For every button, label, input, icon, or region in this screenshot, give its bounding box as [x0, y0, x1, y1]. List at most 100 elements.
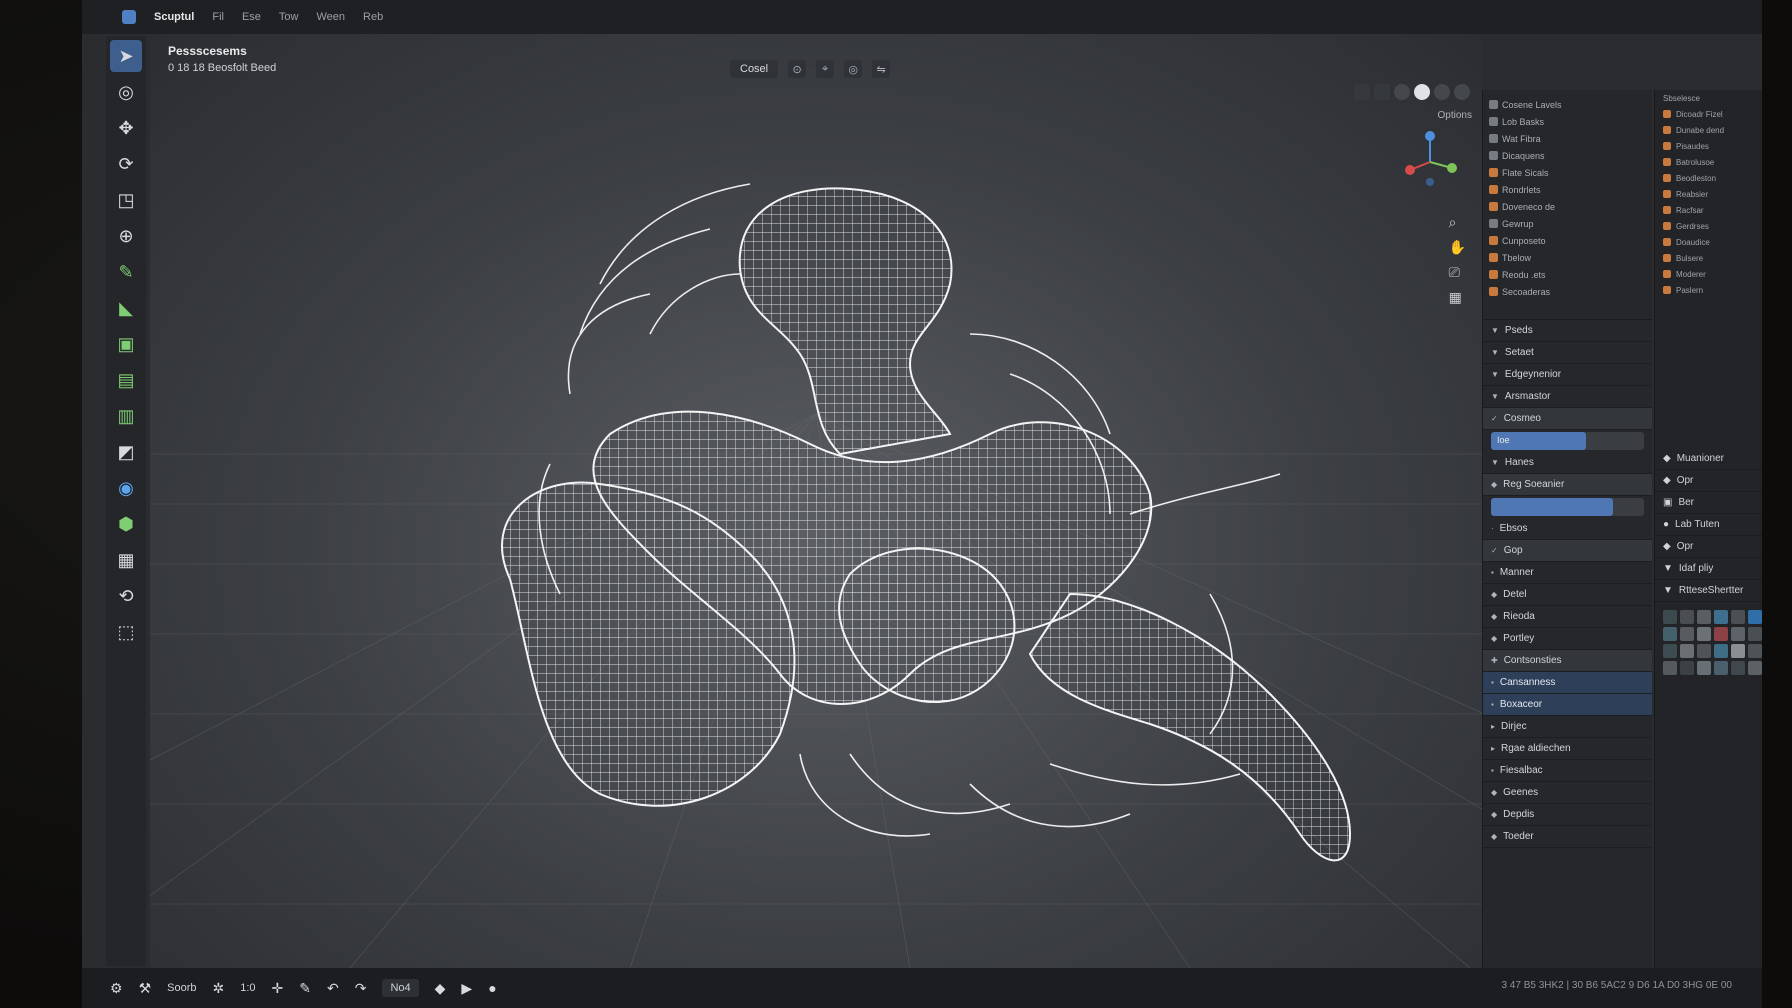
menu-item-edit[interactable]: Ese [242, 11, 261, 23]
add-cube-tool-icon[interactable]: ▣ [110, 328, 142, 360]
outliner-row[interactable]: Cunposeto [1489, 232, 1646, 249]
menu-item-file[interactable]: Fil [212, 11, 224, 23]
cursor-tool-icon[interactable]: ◎ [110, 76, 142, 108]
section-edgeynenior[interactable]: ▼ Edgeynenior [1483, 364, 1652, 386]
color-swatch[interactable] [1663, 610, 1677, 624]
outliner-row[interactable]: Gewrup [1489, 215, 1646, 232]
panel2-row[interactable]: Reabsier [1655, 186, 1762, 202]
record-icon[interactable]: ● [488, 980, 496, 996]
section-contsonsties[interactable]: ✚ Contsonsties [1483, 650, 1652, 672]
wireframe-shading-icon[interactable] [1394, 84, 1410, 100]
panel2-row[interactable]: Racfsar [1655, 202, 1762, 218]
color-swatch[interactable] [1680, 644, 1694, 658]
panel2-item-ber[interactable]: ▣ Ber [1655, 492, 1762, 514]
panel2-row[interactable]: Bulsere [1655, 250, 1762, 266]
panel2-row[interactable]: Pisaudes [1655, 138, 1762, 154]
annotate-tool-icon[interactable]: ✎ [110, 256, 142, 288]
snap-icon[interactable]: ⌖ [816, 60, 835, 78]
color-swatch[interactable] [1731, 610, 1745, 624]
poly-build-tool-icon[interactable]: ▦ [110, 544, 142, 576]
outliner-row[interactable]: Wat Fibra [1489, 130, 1646, 147]
color-swatch[interactable] [1697, 661, 1711, 675]
color-swatch[interactable] [1714, 661, 1728, 675]
color-swatch[interactable] [1714, 627, 1728, 641]
panel2-item-opr[interactable]: ◆ Opr [1655, 470, 1762, 492]
panel2-item-muanioner[interactable]: ◆ Muanioner [1655, 448, 1762, 470]
color-swatch[interactable] [1680, 661, 1694, 675]
color-swatch[interactable] [1731, 644, 1745, 658]
navigation-gizmo[interactable] [1400, 130, 1460, 190]
scale-tool-icon[interactable]: ◳ [110, 184, 142, 216]
color-swatch[interactable] [1714, 610, 1728, 624]
editor-type-icon[interactable]: ⚙ [110, 980, 123, 997]
property-slider-a[interactable]: Ioe [1491, 432, 1644, 450]
panel2-item-opr-2[interactable]: ◆ Opr [1655, 536, 1762, 558]
panel2-row[interactable]: Moderer [1655, 266, 1762, 282]
outliner-row[interactable]: Dicaquens [1489, 147, 1646, 164]
section-rieoda[interactable]: ◆ Rieoda [1483, 606, 1652, 628]
section-reg-soeanier[interactable]: ◆ Reg Soeanier [1483, 474, 1652, 496]
panel2-row[interactable]: Doaudice [1655, 234, 1762, 250]
row-manner[interactable]: ▪ Manner [1483, 562, 1652, 584]
outliner-row[interactable]: Reodu .ets [1489, 266, 1646, 283]
row-gop[interactable]: ✓ Gop [1483, 540, 1652, 562]
mode-label[interactable]: Scuptul [154, 11, 194, 23]
redo-icon[interactable]: ↷ [355, 980, 367, 997]
color-swatch[interactable] [1663, 661, 1677, 675]
panel2-section-label[interactable]: ▼ RtteseShertter [1655, 580, 1762, 602]
menu-item-tools[interactable]: Tow [279, 11, 299, 23]
color-swatch[interactable] [1748, 610, 1762, 624]
panel2-row[interactable]: Batrolusoe [1655, 154, 1762, 170]
section-hanes[interactable]: ▼ Hanes [1483, 452, 1652, 474]
select-tool-icon[interactable]: ➤ [110, 40, 142, 72]
color-swatch[interactable] [1663, 644, 1677, 658]
outliner-row[interactable]: Lob Basks [1489, 113, 1646, 130]
tree-row-fiesalbac[interactable]: ▪ Fiesalbac [1483, 760, 1652, 782]
color-swatch[interactable] [1714, 644, 1728, 658]
color-swatch[interactable] [1697, 627, 1711, 641]
frame-label[interactable]: No4 [382, 979, 419, 997]
zoom-icon[interactable]: ⌕ [1449, 214, 1466, 231]
measure-tool-icon[interactable]: ◣ [110, 292, 142, 324]
outliner-row[interactable]: Flate Sicals [1489, 164, 1646, 181]
section-portley[interactable]: ◆ Portley [1483, 628, 1652, 650]
pivot-point-icon[interactable]: ⊙ [788, 60, 807, 78]
smooth-tool-icon[interactable]: ⬚ [110, 616, 142, 648]
transform-tool-icon[interactable]: ⊕ [110, 220, 142, 252]
mirror-icon[interactable]: ⇋ [872, 60, 891, 78]
bevel-tool-icon[interactable]: ◩ [110, 436, 142, 468]
color-swatch[interactable] [1748, 644, 1762, 658]
rendered-shading-icon[interactable] [1454, 84, 1470, 100]
loop-cut-tool-icon[interactable]: ◉ [110, 472, 142, 504]
color-swatch[interactable] [1731, 661, 1745, 675]
menu-item-view[interactable]: Ween [316, 11, 345, 23]
undo-icon[interactable]: ↶ [327, 980, 339, 997]
solid-shading-icon[interactable] [1414, 84, 1430, 100]
extrude-tool-icon[interactable]: ▤ [110, 364, 142, 396]
grid-view-icon[interactable]: ▦ [1449, 289, 1466, 306]
panel2-row[interactable]: Beodleston [1655, 170, 1762, 186]
property-slider-b[interactable] [1491, 498, 1644, 516]
section-detel[interactable]: ◆ Detel [1483, 584, 1652, 606]
transform-icon[interactable]: ✛ [272, 980, 284, 997]
3d-viewport[interactable]: Pessscesems 0 18 18 Beosfolt Beed Cosel … [150, 34, 1482, 968]
row-cansanness[interactable]: ▪ Cansanness [1483, 672, 1652, 694]
color-swatch[interactable] [1748, 661, 1762, 675]
wireframe-mesh[interactable] [150, 34, 1482, 968]
panel2-row[interactable]: Dunabe dend [1655, 122, 1762, 138]
pan-hand-icon[interactable]: ✋ [1449, 239, 1466, 256]
row-boxaceor[interactable]: ▪ Boxaceor [1483, 694, 1652, 716]
outliner-row[interactable]: Tbelow [1489, 249, 1646, 266]
inset-tool-icon[interactable]: ▥ [110, 400, 142, 432]
brush-icon[interactable]: ✎ [299, 980, 311, 997]
color-swatch[interactable] [1731, 627, 1745, 641]
menu-item-render[interactable]: Reb [363, 11, 383, 23]
section-depdis[interactable]: ◆ Depdis [1483, 804, 1652, 826]
section-cosmeo[interactable]: ✓ Cosmeo [1483, 408, 1652, 430]
section-toeder[interactable]: ◆ Toeder [1483, 826, 1652, 848]
knife-tool-icon[interactable]: ⬢ [110, 508, 142, 540]
move-tool-icon[interactable]: ✥ [110, 112, 142, 144]
camera-icon[interactable]: ⎚ [1449, 264, 1466, 281]
overlay-toggle-icon[interactable] [1354, 84, 1370, 100]
outliner-row[interactable]: Doveneco de [1489, 198, 1646, 215]
